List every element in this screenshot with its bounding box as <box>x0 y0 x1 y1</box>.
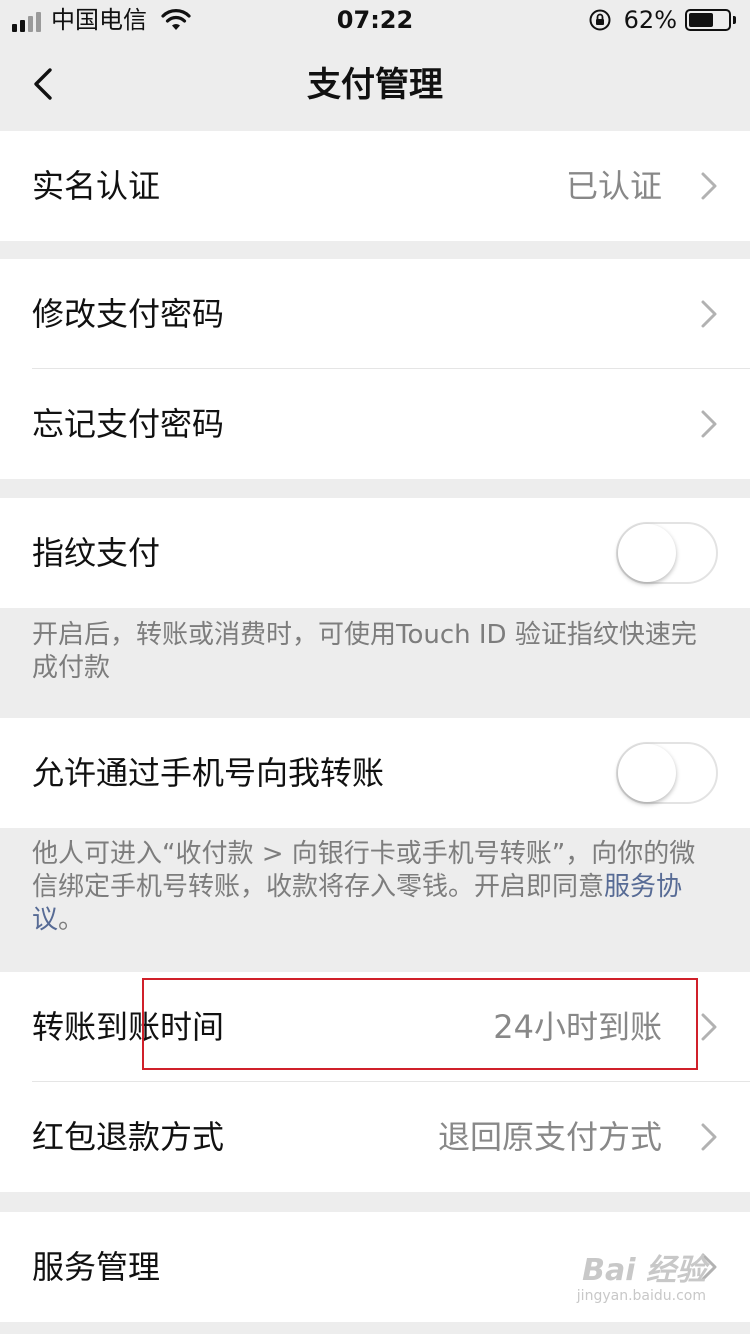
watermark-sub: jingyan.baidu.com <box>576 1288 706 1304</box>
status-right: 62% <box>588 6 736 34</box>
refund-method-value: 退回原支付方式 <box>437 1118 662 1156</box>
realname-status: 已认证 <box>565 167 662 205</box>
back-chevron-icon[interactable] <box>24 62 68 106</box>
page-title: 支付管理 <box>307 65 443 105</box>
phone-transfer-note-text: 他人可进入“收付款 > 向银行卡或手机号转账”，向你的微信绑定手机号转账，收款将… <box>32 839 696 902</box>
chevron-right-icon <box>701 172 717 200</box>
group-phone-transfer: 允许通过手机号向我转账 <box>0 718 750 828</box>
fingerprint-note: 开启后，转账或消费时，可使用Touch ID 验证指纹快速完成付款 <box>32 620 697 683</box>
group-password: 修改支付密码 忘记支付密码 <box>0 259 750 479</box>
group-fingerprint: 指纹支付 <box>0 498 750 608</box>
watermark-main: Bai 经验 <box>582 1253 706 1288</box>
battery-cap <box>733 16 736 24</box>
baidu-watermark: Bai 经验 jingyan.baidu.com <box>576 1253 706 1305</box>
chevron-right-icon <box>701 1013 717 1041</box>
rotation-lock-icon <box>589 9 611 31</box>
forgot-password-label: 忘记支付密码 <box>32 405 225 443</box>
fingerprint-toggle[interactable] <box>616 522 718 584</box>
row-phone-transfer: 允许通过手机号向我转账 <box>0 718 750 828</box>
battery-level <box>689 13 713 27</box>
fingerprint-label: 指纹支付 <box>32 534 161 572</box>
group-transfer: 转账到账时间 24小时到账 红包退款方式 退回原支付方式 <box>0 972 750 1192</box>
chevron-right-icon <box>701 410 717 438</box>
group-realname: 实名认证 已认证 <box>0 131 750 241</box>
row-forgot-password[interactable]: 忘记支付密码 <box>0 369 750 479</box>
nav-bar: 支付管理 <box>0 40 750 130</box>
phone-transfer-note: 他人可进入“收付款 > 向银行卡或手机号转账”，向你的微信绑定手机号转账，收款将… <box>32 838 712 937</box>
chevron-right-icon <box>701 1123 717 1151</box>
modify-password-label: 修改支付密码 <box>32 295 225 333</box>
toggle-knob <box>618 524 676 582</box>
arrival-time-value: 24小时到账 <box>493 1008 662 1046</box>
toggle-knob <box>618 744 676 802</box>
service-management-label: 服务管理 <box>32 1248 161 1286</box>
row-modify-password[interactable]: 修改支付密码 <box>0 259 750 369</box>
arrival-time-label: 转账到账时间 <box>32 1008 225 1046</box>
row-arrival-time[interactable]: 转账到账时间 24小时到账 <box>0 972 750 1082</box>
note-period: 。 <box>58 905 85 935</box>
row-fingerprint: 指纹支付 <box>0 498 750 608</box>
phone-transfer-label: 允许通过手机号向我转账 <box>32 754 385 792</box>
refund-method-label: 红包退款方式 <box>32 1118 225 1156</box>
row-realname[interactable]: 实名认证 已认证 <box>0 131 750 241</box>
phone-transfer-toggle[interactable] <box>616 742 718 804</box>
status-bar: 中国电信 07:22 62% <box>0 0 750 40</box>
battery-icon <box>685 9 731 31</box>
battery-percent: 62% <box>623 6 677 34</box>
row-refund-method[interactable]: 红包退款方式 退回原支付方式 <box>0 1082 750 1192</box>
chevron-right-icon <box>701 300 717 328</box>
realname-label: 实名认证 <box>32 167 161 205</box>
